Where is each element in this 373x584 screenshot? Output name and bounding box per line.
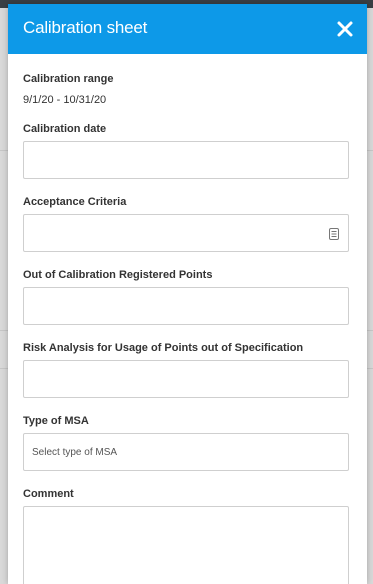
type-of-msa-label: Type of MSA [23,415,89,427]
risk-analysis-input[interactable] [23,360,349,398]
comment-label: Comment [23,488,74,500]
close-icon[interactable] [333,17,357,41]
calibration-date-input[interactable] [23,141,349,179]
calibration-range-value: 9/1/20 - 10/31/20 [23,94,107,106]
calibration-date-label: Calibration date [23,123,107,135]
type-of-msa-placeholder: Select type of MSA [32,447,118,458]
type-of-msa-select[interactable]: Select type of MSA [23,433,349,471]
acceptance-criteria-input[interactable] [23,214,349,252]
out-of-calibration-label: Out of Calibration Registered Points [23,269,213,281]
modal-title: Calibration sheet [23,18,148,37]
list-icon[interactable] [329,228,339,240]
risk-analysis-label: Risk Analysis for Usage of Points out of… [23,342,304,354]
out-of-calibration-input[interactable] [23,287,349,325]
modal-header: Calibration sheet [8,4,367,54]
calibration-sheet-modal: Calibration sheet Calibration range 9/1/… [8,4,367,584]
comment-textarea[interactable] [23,506,349,584]
acceptance-criteria-label: Acceptance Criteria [23,196,127,208]
calibration-range-label: Calibration range [23,73,114,85]
